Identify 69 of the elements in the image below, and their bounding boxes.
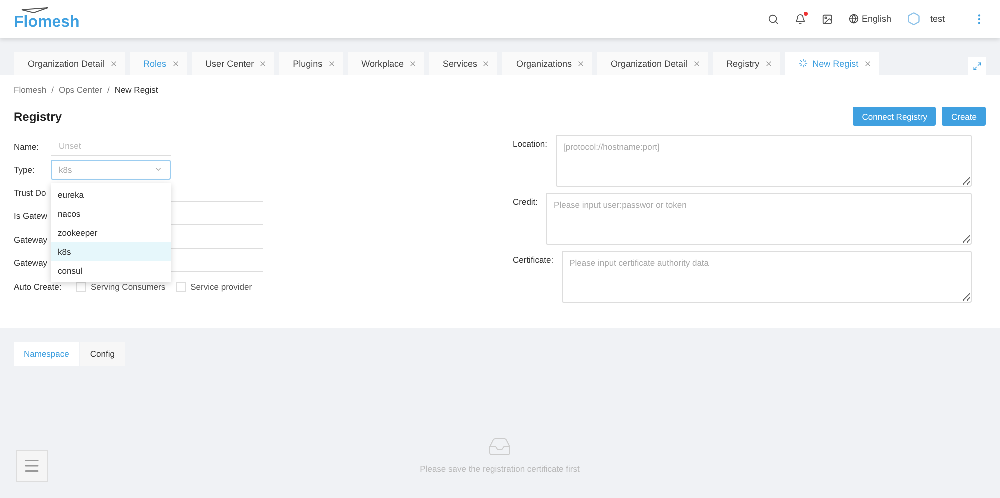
page-tab[interactable]: Plugins	[279, 52, 343, 75]
field-label: Is Gatew	[14, 211, 49, 222]
menu-icon	[23, 457, 41, 475]
field-label: Gateway	[14, 258, 49, 268]
text-area[interactable]: Please input user:passwor or token	[546, 193, 972, 245]
dropdown-option[interactable]: zookeeper	[51, 223, 171, 242]
tab-label[interactable]: User Center	[206, 58, 254, 68]
field-label: Type:	[14, 164, 36, 174]
globe-icon[interactable]	[848, 14, 859, 24]
language-label[interactable]: English	[862, 14, 892, 24]
close-icon[interactable]	[259, 60, 268, 68]
image-icon[interactable]	[822, 14, 833, 24]
close-icon[interactable]	[864, 60, 872, 68]
chevron-icon	[154, 165, 163, 174]
tab-label[interactable]: Workplace	[362, 58, 404, 68]
breadcrumb-item[interactable]: Flomesh	[14, 85, 47, 95]
text-area[interactable]: [protocol://hostname:port]	[556, 135, 972, 187]
logo-text: Flomesh	[14, 14, 80, 32]
tab-label[interactable]: Plugins	[293, 58, 323, 68]
alarm-icon[interactable]	[794, 14, 806, 24]
field-label: Certificate:	[513, 254, 554, 265]
field-label: Trust Do	[14, 188, 48, 198]
checkbox[interactable]	[176, 282, 186, 292]
fullscreen-button[interactable]	[968, 57, 986, 75]
field-label: Gateway	[14, 234, 49, 245]
dropdown-option[interactable]: eureka	[51, 185, 171, 204]
tab-label[interactable]: Organization Detail	[611, 58, 688, 68]
breadcrumb-separator: /	[52, 85, 54, 95]
dropdown-option[interactable]: k8s	[51, 242, 171, 261]
page-tab[interactable]: Organization Detail	[597, 52, 708, 75]
dropdown-option[interactable]: nacos	[51, 204, 171, 223]
field-label: Auto Create:	[14, 282, 63, 292]
page-tab[interactable]: Registry	[712, 52, 780, 75]
tab-label[interactable]: Registry	[726, 58, 760, 68]
page-tab[interactable]: Organization Detail	[14, 52, 125, 75]
dropdown-option[interactable]: consul	[51, 261, 171, 280]
page-title: Registry	[14, 110, 62, 124]
text-area[interactable]: Please input certificate authority data	[562, 251, 972, 303]
tab-label[interactable]: Organizations	[516, 58, 572, 68]
field-label: Name:	[14, 142, 40, 152]
avatar-icon[interactable]	[907, 12, 922, 26]
close-icon[interactable]	[692, 60, 701, 68]
close-icon[interactable]	[328, 60, 336, 68]
close-icon[interactable]	[577, 60, 586, 68]
close-icon[interactable]	[482, 60, 490, 68]
page-tab[interactable]: User Center	[192, 52, 274, 75]
tab-label[interactable]: Services	[442, 58, 478, 68]
breadcrumb-item: New Regist	[114, 85, 158, 95]
menu-button[interactable]	[16, 450, 48, 482]
breadcrumb-separator: /	[107, 85, 110, 95]
close-icon[interactable]	[764, 60, 773, 68]
page-tab[interactable]: Services	[428, 52, 498, 75]
search-icon[interactable]	[768, 14, 779, 24]
tab-label[interactable]: Organization Detail	[28, 58, 105, 68]
field-label: Location:	[513, 138, 548, 149]
empty-message: Please save the registration certificate first	[420, 464, 580, 474]
user-name[interactable]: test	[930, 14, 945, 24]
breadcrumb-item[interactable]: Ops Center	[58, 85, 102, 95]
close-icon[interactable]	[408, 60, 417, 68]
page-tab[interactable]: Workplace	[348, 52, 424, 75]
section-tab[interactable]: Config	[80, 342, 125, 366]
expand-icon	[972, 62, 982, 70]
field-label: Credit:	[513, 196, 538, 207]
close-icon[interactable]	[110, 60, 118, 68]
checkbox[interactable]	[76, 282, 86, 292]
checkbox-label[interactable]: Service provider	[190, 282, 252, 292]
checkbox-label[interactable]: Serving Consumers	[91, 282, 166, 292]
page-tab[interactable]: Organizations	[502, 52, 592, 75]
close-icon[interactable]	[172, 60, 180, 68]
